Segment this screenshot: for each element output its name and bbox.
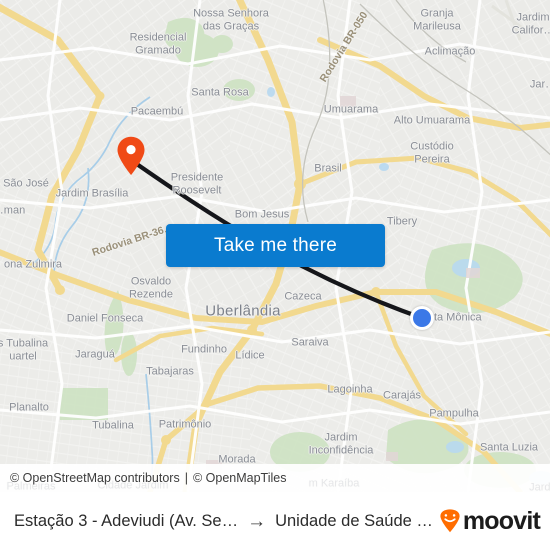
moovit-pin-icon: [439, 509, 461, 533]
moovit-wordmark: moovit: [462, 506, 541, 535]
destination-dot: [410, 306, 434, 330]
moovit-logo[interactable]: moovit: [439, 506, 541, 535]
attribution-osm[interactable]: © OpenStreetMap contributors: [10, 471, 180, 485]
destination-label: Unidade de Saúde J…: [275, 511, 436, 530]
origin-label: Estação 3 - Adeviudi (Av. Se…: [14, 511, 239, 530]
moovit-trip-preview: Nossa Senhora das Graças Granja Marileusa…: [0, 0, 550, 550]
trip-summary-bar: Estação 3 - Adeviudi (Av. Se… → Unidade …: [0, 492, 550, 550]
take-me-there-button[interactable]: Take me there: [166, 224, 385, 267]
arrow-right-icon: →: [247, 510, 267, 532]
map-view[interactable]: Nossa Senhora das Graças Granja Marileusa…: [0, 0, 550, 492]
attribution-openmaptiles[interactable]: © OpenMapTiles: [193, 471, 287, 485]
map-attribution: © OpenStreetMap contributors | © OpenMap…: [0, 464, 550, 492]
attribution-separator: |: [184, 471, 188, 485]
